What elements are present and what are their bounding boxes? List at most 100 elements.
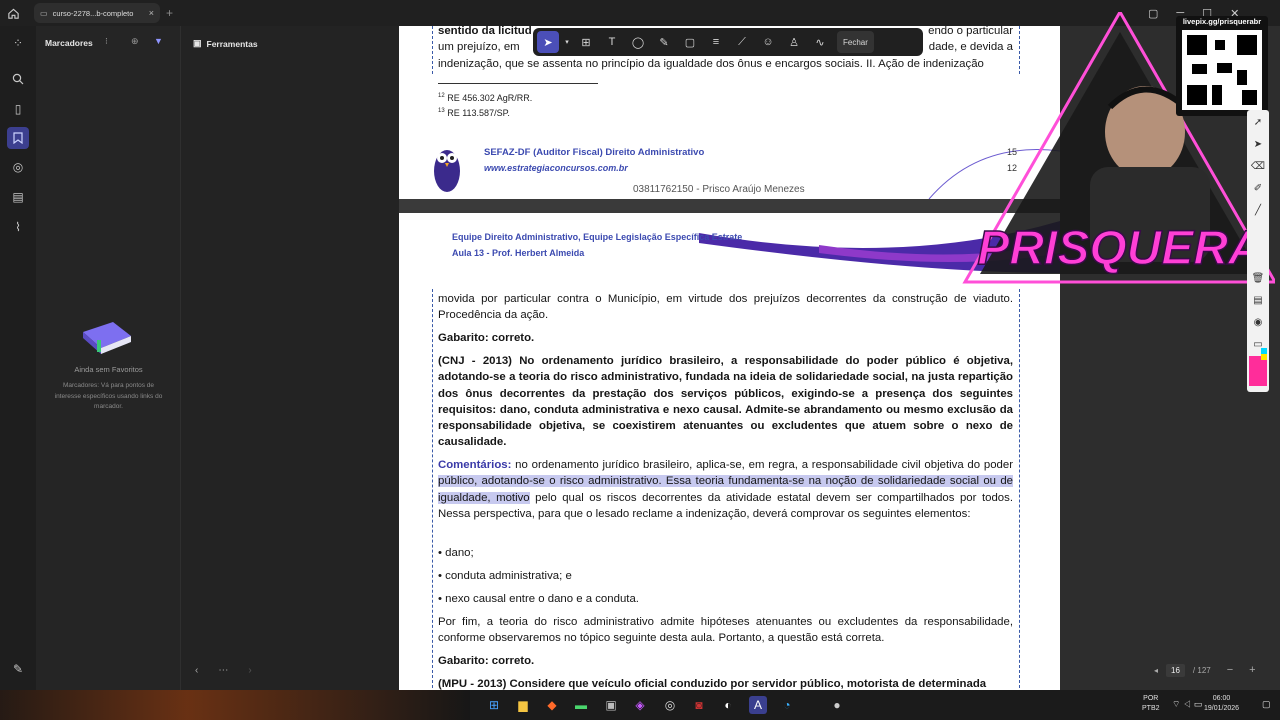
sign-icon[interactable]: ✎ (7, 658, 29, 680)
page-thumbnail-icon[interactable]: ▯ (7, 98, 29, 120)
streamer-name: PRISQUERA (977, 222, 1262, 275)
paragraph-conclusion: Por fim, a teoria do risco administrativ… (438, 616, 1013, 645)
taskbar-wallpaper-strip (0, 690, 470, 720)
bookmarks-header: Marcadores (45, 38, 93, 48)
answer-key: Gabarito: correto. (438, 332, 535, 344)
bullet-dano: • dano; (438, 547, 474, 559)
empty-bookmarks-title: Ainda sem Favoritos (74, 365, 143, 374)
page-header: Equipe Direito Administrativo, Equipe Le… (452, 232, 743, 258)
select-cursor-icon[interactable]: ➤ (537, 31, 559, 53)
paragraph-previous-case: movida por particular contra o Município… (438, 293, 1013, 322)
total-pages: / 127 (1192, 665, 1211, 675)
zoom-in-icon[interactable]: + (1249, 664, 1255, 676)
bookmark-icon[interactable] (7, 127, 29, 149)
signature-icon[interactable]: ∿ (809, 31, 831, 53)
qr-code-icon (1182, 30, 1262, 110)
network-volume-icons[interactable]: ⌔ ◁ ▭ (1172, 699, 1202, 709)
close-toolbar-button[interactable]: Fechar (837, 31, 874, 53)
question-mpu-2013: (MPU - 2013) Considere que veículo ofici… (438, 678, 987, 690)
language-indicator[interactable]: POR PTB2 (1142, 694, 1160, 714)
new-tab-button[interactable]: + (166, 6, 173, 20)
comment-icon[interactable]: ◎ (7, 156, 29, 178)
document-icon: ▭ (40, 8, 48, 18)
course-title: SEFAZ-DF (Auditor Fiscal) Direito Admini… (484, 147, 705, 158)
browser-tab[interactable]: ▭ curso-2278...b-completo × (34, 3, 160, 23)
footnote-divider (438, 83, 598, 84)
current-page-input[interactable]: 16 (1166, 663, 1185, 677)
app-icon[interactable]: ◐ (719, 696, 737, 714)
clock[interactable]: 06:00 19/01/2026 (1204, 694, 1239, 714)
qr-label: livepix.gg/prisquerabr (1182, 17, 1262, 26)
prev-page-icon[interactable]: ◂ (1154, 666, 1158, 675)
layers-icon[interactable]: ▤ (7, 186, 29, 208)
search-icon[interactable] (7, 68, 29, 90)
chevron-right-icon[interactable]: › (248, 665, 251, 676)
app-icon[interactable]: ● (828, 696, 846, 714)
tools-icon: ▣ (193, 38, 202, 48)
drawing-tool-rail: ➚ ➤ ⌫ ✐ ╱ 🗑 ▤ ◉ ▭ (1247, 110, 1269, 392)
bookmark-add-icon[interactable]: ▼ (154, 36, 163, 46)
brush-icon[interactable]: ✐ (1250, 180, 1266, 196)
course-url: www.estrategiaconcursos.com.br (484, 163, 628, 173)
obs-icon[interactable]: ◎ (661, 696, 679, 714)
tools-header: ▣ Ferramentas (193, 38, 258, 49)
color-swatch-icon[interactable] (1249, 356, 1267, 386)
chevron-left-icon[interactable]: ‹ (195, 665, 198, 676)
footnote-13: 13 RE 113.587/SP. (438, 108, 510, 118)
page-navigator: ◂ 16 / 127 − + (1154, 662, 1274, 678)
line-style-icon[interactable]: ≡ (705, 31, 727, 53)
sticker-icon[interactable]: ☺ (757, 31, 779, 53)
brave-browser-icon[interactable]: ◆ (543, 696, 561, 714)
home-icon[interactable] (0, 0, 26, 26)
app-icon[interactable]: ▬ (572, 696, 590, 714)
tools-panel: ▣ Ferramentas (181, 26, 399, 690)
app-icon[interactable]: ◙ (690, 696, 708, 714)
tools-header-label: Ferramentas (206, 38, 258, 49)
highlighter-icon[interactable]: ⟋ (731, 31, 753, 53)
sidebar-bottom-controls: ‹ ⋯ › (181, 660, 271, 680)
edge-browser-icon[interactable]: ◔ (778, 696, 796, 714)
add-bookmark-icon[interactable]: ⊕ (131, 36, 139, 47)
comment-tool-icon[interactable]: ◯ (627, 31, 649, 53)
eraser-icon[interactable]: ⌫ (1250, 158, 1266, 174)
stamp-icon[interactable]: ♙ (783, 31, 805, 53)
print-icon[interactable]: ▤ (1250, 292, 1266, 308)
question-cnj-2013: (CNJ - 2013) No ordenamento jurídico bra… (438, 355, 1013, 449)
trash-icon[interactable]: 🗑 (1250, 270, 1266, 286)
pen-tool-icon[interactable]: ✎ (653, 31, 675, 53)
chevron-down-icon[interactable]: ▾ (563, 31, 571, 53)
text-tool-icon[interactable]: T (601, 31, 623, 53)
bullet-conduta: • conduta administrativa; e (438, 570, 572, 582)
content-border-left (432, 289, 433, 690)
page-watermark-id: 03811762150 - Prisco Araújo Menezes (633, 184, 805, 195)
tab-title: curso-2278...b-completo (52, 8, 134, 18)
app-icon[interactable]: ◈ (631, 696, 649, 714)
pointer-icon[interactable]: ➚ (1250, 114, 1266, 130)
tab-close-icon[interactable]: × (149, 8, 154, 18)
windows-taskbar: ⊞ ▆ ◆ ▬ ▣ ◈ ◎ ◙ ◐ A ◔ ● POR PTB2 ⌔ ◁ ▭ 0… (0, 690, 1280, 720)
expand-icon[interactable]: ⁝ (105, 36, 108, 47)
commentary-paragraph[interactable]: Comentários: no ordenamento jurídico bra… (438, 457, 1013, 522)
book-illustration-icon (83, 322, 131, 354)
camera-icon[interactable]: ◉ (1250, 314, 1266, 330)
app-icon[interactable]: ▣ (602, 696, 620, 714)
line-icon[interactable]: ╱ (1250, 202, 1266, 218)
owl-logo-icon (434, 150, 460, 192)
zoom-out-icon[interactable]: − (1227, 664, 1233, 676)
attachment-icon[interactable]: ⌇ (7, 216, 29, 238)
notification-icon[interactable]: ▢ (1262, 699, 1271, 709)
file-explorer-icon[interactable]: ▆ (514, 696, 532, 714)
left-icon-rail: ⁘ ▯ ◎ ▤ ⌇ ✎ (0, 26, 36, 690)
content-border-right (1019, 289, 1020, 690)
cursor-icon[interactable]: ➤ (1250, 136, 1266, 152)
shape-tool-icon[interactable]: ▢ (679, 31, 701, 53)
grid-apps-icon[interactable]: ⁘ (7, 32, 29, 54)
qr-code-panel: livepix.gg/prisquerabr (1176, 16, 1268, 116)
pdf-reader-icon[interactable]: A (749, 696, 767, 714)
content-border-left (432, 26, 433, 74)
windows-start-icon[interactable]: ⊞ (485, 696, 503, 714)
color-swatch-icon[interactable] (1261, 354, 1267, 360)
crop-icon[interactable]: ⊞ (575, 31, 597, 53)
more-icon[interactable]: ⋯ (218, 665, 228, 676)
empty-bookmarks-description: Marcadores: Vá para pontos de interesse … (54, 382, 163, 410)
